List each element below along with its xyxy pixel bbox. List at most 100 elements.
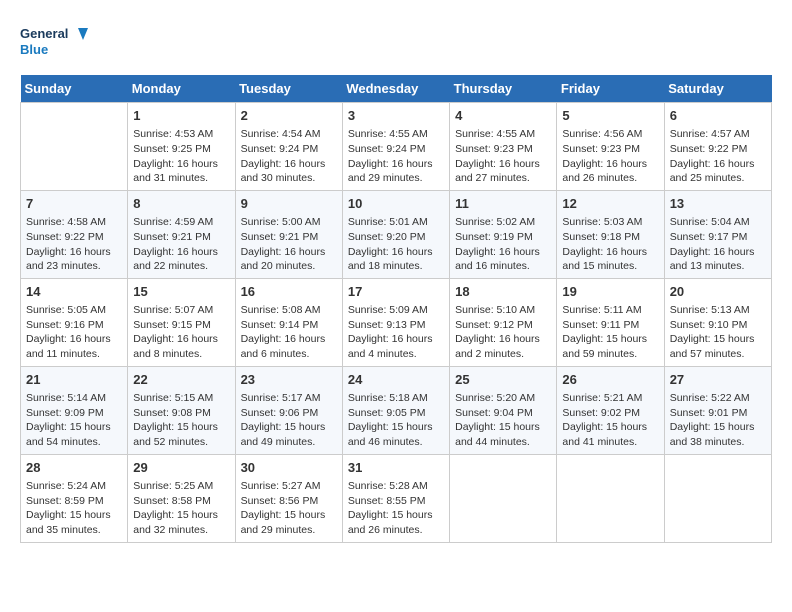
weekday-header-tuesday: Tuesday bbox=[235, 75, 342, 103]
day-content: Sunrise: 5:28 AM Sunset: 8:55 PM Dayligh… bbox=[348, 479, 444, 538]
calendar-cell: 2Sunrise: 4:54 AM Sunset: 9:24 PM Daylig… bbox=[235, 103, 342, 191]
week-row-2: 7 Sunrise: 4:58 AM Sunset: 9:22 PM Daylig… bbox=[21, 190, 772, 278]
day-number: 10 bbox=[348, 195, 444, 213]
calendar-cell: 6 Sunrise: 4:57 AM Sunset: 9:22 PM Daylig… bbox=[664, 103, 771, 191]
day-content: Sunrise: 4:59 AM Sunset: 9:21 PM Dayligh… bbox=[133, 215, 229, 274]
day-content: Sunrise: 5:20 AM Sunset: 9:04 PM Dayligh… bbox=[455, 391, 551, 450]
calendar-cell bbox=[664, 454, 771, 542]
calendar-cell: 10 Sunrise: 5:01 AM Sunset: 9:20 PM Dayli… bbox=[342, 190, 449, 278]
day-content: Sunrise: 5:17 AM Sunset: 9:06 PM Dayligh… bbox=[241, 391, 337, 450]
day-number: 11 bbox=[455, 195, 551, 213]
day-number: 18 bbox=[455, 283, 551, 301]
day-number: 5 bbox=[562, 107, 658, 125]
day-content: Sunrise: 5:04 AM Sunset: 9:17 PM Dayligh… bbox=[670, 215, 766, 274]
logo-svg: General Blue bbox=[20, 20, 90, 65]
week-row-5: 28Sunrise: 5:24 AM Sunset: 8:59 PM Dayli… bbox=[21, 454, 772, 542]
day-number: 8 bbox=[133, 195, 229, 213]
day-content: Sunrise: 5:03 AM Sunset: 9:18 PM Dayligh… bbox=[562, 215, 658, 274]
calendar-cell: 31 Sunrise: 5:28 AM Sunset: 8:55 PM Dayli… bbox=[342, 454, 449, 542]
day-number: 19 bbox=[562, 283, 658, 301]
day-number: 12 bbox=[562, 195, 658, 213]
week-row-1: 1 Sunrise: 4:53 AM Sunset: 9:25 PM Daylig… bbox=[21, 103, 772, 191]
calendar-cell: 22 Sunrise: 5:15 AM Sunset: 9:08 PM Dayli… bbox=[128, 366, 235, 454]
svg-text:General: General bbox=[20, 26, 68, 41]
day-number: 24 bbox=[348, 371, 444, 389]
day-content: Sunrise: 4:55 AM Sunset: 9:23 PM Dayligh… bbox=[455, 127, 551, 186]
calendar-cell: 7 Sunrise: 4:58 AM Sunset: 9:22 PM Daylig… bbox=[21, 190, 128, 278]
weekday-header-wednesday: Wednesday bbox=[342, 75, 449, 103]
day-content: Sunrise: 5:02 AM Sunset: 9:19 PM Dayligh… bbox=[455, 215, 551, 274]
day-content: Sunrise: 5:09 AM Sunset: 9:13 PM Dayligh… bbox=[348, 303, 444, 362]
calendar-cell: 3 Sunrise: 4:55 AM Sunset: 9:24 PM Daylig… bbox=[342, 103, 449, 191]
calendar-cell bbox=[450, 454, 557, 542]
calendar-cell: 12 Sunrise: 5:03 AM Sunset: 9:18 PM Dayli… bbox=[557, 190, 664, 278]
day-content: Sunrise: 5:08 AM Sunset: 9:14 PM Dayligh… bbox=[241, 303, 337, 362]
day-content: Sunrise: 4:56 AM Sunset: 9:23 PM Dayligh… bbox=[562, 127, 658, 186]
calendar-cell: 17 Sunrise: 5:09 AM Sunset: 9:13 PM Dayli… bbox=[342, 278, 449, 366]
calendar-cell: 11 Sunrise: 5:02 AM Sunset: 9:19 PM Dayli… bbox=[450, 190, 557, 278]
calendar-cell: 4 Sunrise: 4:55 AM Sunset: 9:23 PM Daylig… bbox=[450, 103, 557, 191]
svg-text:Blue: Blue bbox=[20, 42, 48, 57]
day-number: 3 bbox=[348, 107, 444, 125]
calendar-cell: 19 Sunrise: 5:11 AM Sunset: 9:11 PM Dayli… bbox=[557, 278, 664, 366]
day-number: 31 bbox=[348, 459, 444, 477]
day-content: Sunrise: 5:27 AM Sunset: 8:56 PM Dayligh… bbox=[241, 479, 337, 538]
weekday-header-thursday: Thursday bbox=[450, 75, 557, 103]
calendar-cell: 16Sunrise: 5:08 AM Sunset: 9:14 PM Dayli… bbox=[235, 278, 342, 366]
day-number: 22 bbox=[133, 371, 229, 389]
day-content: Sunrise: 5:05 AM Sunset: 9:16 PM Dayligh… bbox=[26, 303, 122, 362]
day-content: Sunrise: 4:57 AM Sunset: 9:22 PM Dayligh… bbox=[670, 127, 766, 186]
week-row-3: 14 Sunrise: 5:05 AM Sunset: 9:16 PM Dayli… bbox=[21, 278, 772, 366]
calendar-cell: 23Sunrise: 5:17 AM Sunset: 9:06 PM Dayli… bbox=[235, 366, 342, 454]
calendar-cell: 30Sunrise: 5:27 AM Sunset: 8:56 PM Dayli… bbox=[235, 454, 342, 542]
day-content: Sunrise: 4:55 AM Sunset: 9:24 PM Dayligh… bbox=[348, 127, 444, 186]
calendar-cell: 8 Sunrise: 4:59 AM Sunset: 9:21 PM Daylig… bbox=[128, 190, 235, 278]
calendar-table: SundayMondayTuesdayWednesdayThursdayFrid… bbox=[20, 75, 772, 543]
day-number: 26 bbox=[562, 371, 658, 389]
day-content: Sunrise: 5:10 AM Sunset: 9:12 PM Dayligh… bbox=[455, 303, 551, 362]
day-number: 6 bbox=[670, 107, 766, 125]
calendar-cell: 27Sunrise: 5:22 AM Sunset: 9:01 PM Dayli… bbox=[664, 366, 771, 454]
day-number: 27 bbox=[670, 371, 766, 389]
calendar-cell: 15 Sunrise: 5:07 AM Sunset: 9:15 PM Dayli… bbox=[128, 278, 235, 366]
calendar-cell: 14 Sunrise: 5:05 AM Sunset: 9:16 PM Dayli… bbox=[21, 278, 128, 366]
day-number: 9 bbox=[241, 195, 337, 213]
calendar-cell: 28Sunrise: 5:24 AM Sunset: 8:59 PM Dayli… bbox=[21, 454, 128, 542]
day-content: Sunrise: 5:11 AM Sunset: 9:11 PM Dayligh… bbox=[562, 303, 658, 362]
day-content: Sunrise: 5:00 AM Sunset: 9:21 PM Dayligh… bbox=[241, 215, 337, 274]
day-content: Sunrise: 4:53 AM Sunset: 9:25 PM Dayligh… bbox=[133, 127, 229, 186]
calendar-cell: 24 Sunrise: 5:18 AM Sunset: 9:05 PM Dayli… bbox=[342, 366, 449, 454]
day-number: 14 bbox=[26, 283, 122, 301]
day-content: Sunrise: 5:18 AM Sunset: 9:05 PM Dayligh… bbox=[348, 391, 444, 450]
weekday-header-row: SundayMondayTuesdayWednesdayThursdayFrid… bbox=[21, 75, 772, 103]
weekday-header-monday: Monday bbox=[128, 75, 235, 103]
day-number: 28 bbox=[26, 459, 122, 477]
day-content: Sunrise: 4:58 AM Sunset: 9:22 PM Dayligh… bbox=[26, 215, 122, 274]
day-content: Sunrise: 5:21 AM Sunset: 9:02 PM Dayligh… bbox=[562, 391, 658, 450]
day-number: 13 bbox=[670, 195, 766, 213]
day-content: Sunrise: 5:15 AM Sunset: 9:08 PM Dayligh… bbox=[133, 391, 229, 450]
calendar-cell: 29 Sunrise: 5:25 AM Sunset: 8:58 PM Dayli… bbox=[128, 454, 235, 542]
weekday-header-saturday: Saturday bbox=[664, 75, 771, 103]
day-number: 17 bbox=[348, 283, 444, 301]
day-number: 29 bbox=[133, 459, 229, 477]
week-row-4: 21Sunrise: 5:14 AM Sunset: 9:09 PM Dayli… bbox=[21, 366, 772, 454]
calendar-cell: 20Sunrise: 5:13 AM Sunset: 9:10 PM Dayli… bbox=[664, 278, 771, 366]
day-number: 4 bbox=[455, 107, 551, 125]
calendar-cell: 1 Sunrise: 4:53 AM Sunset: 9:25 PM Daylig… bbox=[128, 103, 235, 191]
header: General Blue bbox=[20, 20, 772, 65]
day-number: 15 bbox=[133, 283, 229, 301]
calendar-cell: 13 Sunrise: 5:04 AM Sunset: 9:17 PM Dayli… bbox=[664, 190, 771, 278]
weekday-header-sunday: Sunday bbox=[21, 75, 128, 103]
day-number: 7 bbox=[26, 195, 122, 213]
calendar-cell: 26 Sunrise: 5:21 AM Sunset: 9:02 PM Dayli… bbox=[557, 366, 664, 454]
day-content: Sunrise: 5:07 AM Sunset: 9:15 PM Dayligh… bbox=[133, 303, 229, 362]
weekday-header-friday: Friday bbox=[557, 75, 664, 103]
day-number: 2 bbox=[241, 107, 337, 125]
day-content: Sunrise: 5:25 AM Sunset: 8:58 PM Dayligh… bbox=[133, 479, 229, 538]
calendar-cell: 5 Sunrise: 4:56 AM Sunset: 9:23 PM Daylig… bbox=[557, 103, 664, 191]
day-content: Sunrise: 5:01 AM Sunset: 9:20 PM Dayligh… bbox=[348, 215, 444, 274]
calendar-cell: 21Sunrise: 5:14 AM Sunset: 9:09 PM Dayli… bbox=[21, 366, 128, 454]
day-number: 1 bbox=[133, 107, 229, 125]
calendar-cell bbox=[557, 454, 664, 542]
